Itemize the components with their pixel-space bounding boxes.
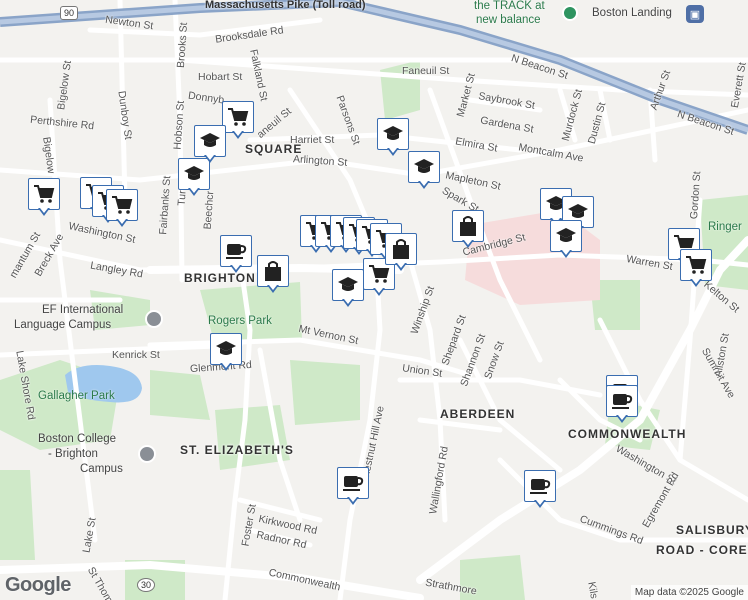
shopping-bag-icon [452,210,484,242]
street-faneuil: Faneuil St [402,65,450,77]
poi-ef-line1: EF International [42,304,124,316]
cafe-marker[interactable] [606,385,640,429]
poi-bc-line2: - Brighton [48,448,98,460]
school-marker[interactable] [550,220,584,264]
shop-marker[interactable] [257,255,291,299]
graduation-cap-icon [377,118,409,150]
train-station-icon[interactable]: ▣ [686,5,704,23]
poi-bc-line1: Boston College [38,433,116,445]
school-marker[interactable] [210,333,244,377]
shop-marker[interactable] [385,233,419,277]
shopping-bag-icon [385,233,417,265]
graduation-cap-icon [550,220,582,252]
poi-pin-icon[interactable] [562,5,578,21]
street-hobart: Hobart St [198,71,243,83]
street-kilsyth: Kils [585,580,601,600]
grocery-marker[interactable] [28,178,62,222]
college-pin-icon[interactable] [138,445,156,463]
graduation-cap-icon [210,333,242,365]
interstate-shield: 90 [60,6,79,20]
school-marker[interactable] [194,125,228,169]
google-logo: Google [5,574,71,596]
cafe-marker[interactable] [524,470,558,514]
poi-ringer: Ringer [708,221,742,233]
street-kenrick: Kenrick St [112,349,160,361]
shop-marker[interactable] [452,210,486,254]
shopping-cart-icon [680,249,712,281]
graduation-cap-icon [194,125,226,157]
poi-track-line1: the TRACK at [474,0,545,12]
coffee-cup-icon [337,467,369,499]
shopping-cart-icon [28,178,60,210]
poi-track-line2: new balance [476,14,541,26]
coffee-cup-icon [524,470,556,502]
shopping-cart-icon [106,189,138,221]
school-marker[interactable] [332,269,366,313]
coffee-cup-icon [220,235,252,267]
area-commonwealth: COMMONWEALTH [568,427,687,441]
area-corey-farm: ROAD - COREY FARM [656,543,748,557]
map-attribution[interactable]: Map data ©2025 Google [630,585,748,600]
poi-bc-line3: Campus [80,463,123,475]
graduation-cap-icon [408,151,440,183]
grocery-marker[interactable] [680,249,714,293]
cafe-marker[interactable] [337,467,371,511]
school-pin-icon[interactable] [145,310,163,328]
poi-gallagher-park: Gallagher Park [38,390,115,402]
route-shield: 30 [137,578,156,592]
coffee-cup-icon [606,385,638,417]
cafe-marker[interactable] [220,235,254,279]
poi-boston-landing: Boston Landing [592,7,672,19]
grocery-marker[interactable] [106,189,140,233]
graduation-cap-icon [332,269,364,301]
area-aberdeen: ABERDEEN [440,407,516,421]
school-marker[interactable] [377,118,411,162]
area-salisbury: SALISBURY [676,523,748,537]
street-harriet: Harriet St [290,134,335,146]
shopping-bag-icon [257,255,289,287]
poi-ef-line2: Language Campus [14,319,112,331]
school-marker[interactable] [408,151,442,195]
poi-rogers-park: Rogers Park [208,315,272,327]
map-canvas[interactable]: Massachusetts Pike (Toll road) 90 30 the… [0,0,748,600]
highway-label: Massachusetts Pike (Toll road) [205,0,366,11]
area-st-elizabeths: ST. ELIZABETH'S [180,443,294,457]
